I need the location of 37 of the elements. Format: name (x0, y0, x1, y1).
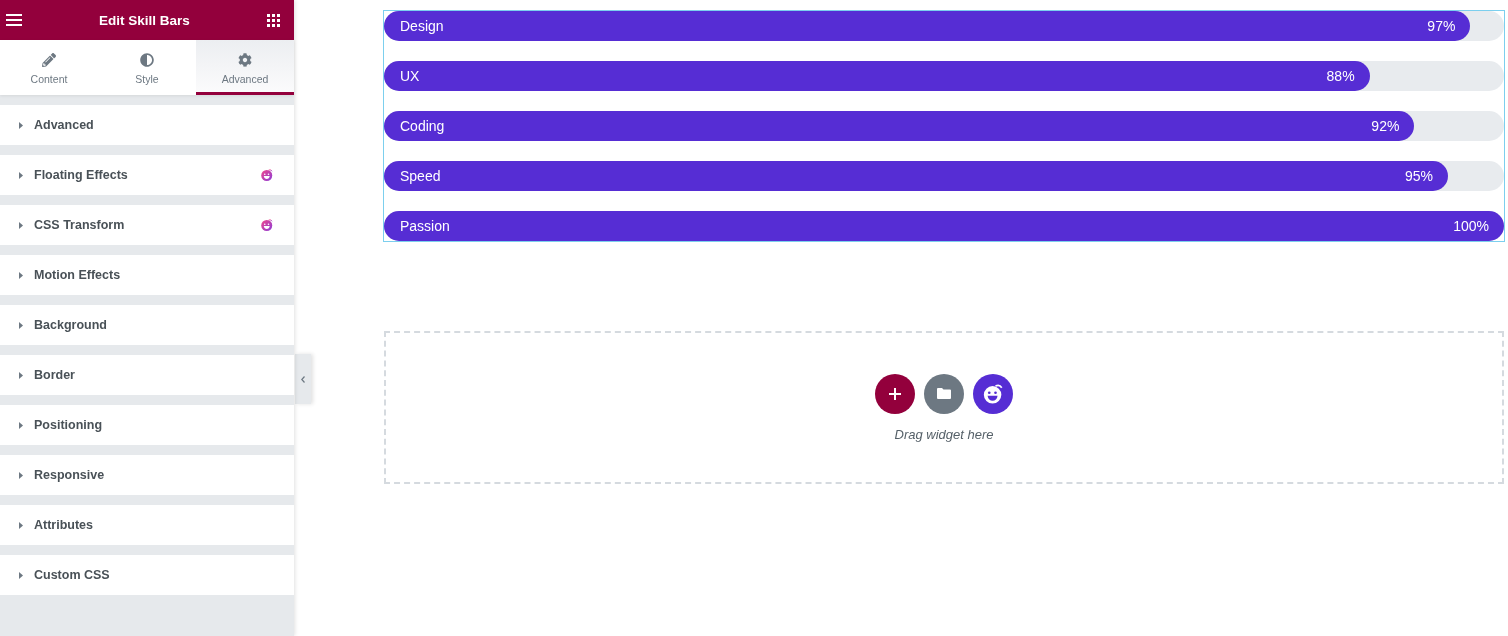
skill-percent: 88% (1326, 68, 1355, 84)
skill-label: Speed (400, 168, 441, 184)
contrast-icon (140, 52, 154, 67)
skill-percent: 97% (1427, 18, 1456, 34)
skill-percent: 95% (1404, 168, 1433, 184)
panel-tab[interactable]: Content (0, 40, 98, 95)
skill-label: Design (400, 18, 444, 34)
drop-hint: Drag widget here (894, 426, 994, 442)
skill-label: Passion (400, 218, 450, 234)
panel-title: Edit Skill Bars (99, 12, 190, 28)
section-header[interactable]: Motion Effects (0, 255, 294, 295)
section-header[interactable]: Responsive (0, 455, 294, 495)
section-header[interactable]: Custom CSS (0, 555, 294, 595)
skill-label: Coding (400, 118, 445, 134)
smiley-face-icon (983, 383, 1003, 404)
folder-button[interactable] (924, 373, 964, 414)
skill-percent: 92% (1371, 118, 1400, 134)
menu-icon[interactable] (6, 14, 22, 26)
section-header[interactable]: Advanced (0, 105, 294, 145)
skill-percent: 100% (1453, 218, 1489, 234)
folder-icon (937, 388, 951, 399)
section-header[interactable]: Attributes (0, 505, 294, 545)
section-header[interactable]: Floating Effects (0, 155, 294, 195)
panel-tab[interactable]: Style (98, 40, 196, 95)
pencil-icon (42, 52, 56, 67)
section-header[interactable]: Positioning (0, 405, 294, 445)
plus-icon (889, 387, 901, 400)
skill-label: UX (400, 68, 420, 84)
grid-icon[interactable] (267, 13, 280, 27)
smiley-button[interactable] (973, 373, 1013, 414)
gear-icon (238, 52, 252, 67)
chevron-left-icon (301, 375, 305, 383)
add-section-button[interactable] (875, 373, 915, 414)
panel-tab[interactable]: Advanced (196, 40, 294, 95)
section-header[interactable]: CSS Transform (0, 205, 294, 245)
section-header[interactable]: Border (0, 355, 294, 395)
section-header[interactable]: Background (0, 305, 294, 345)
